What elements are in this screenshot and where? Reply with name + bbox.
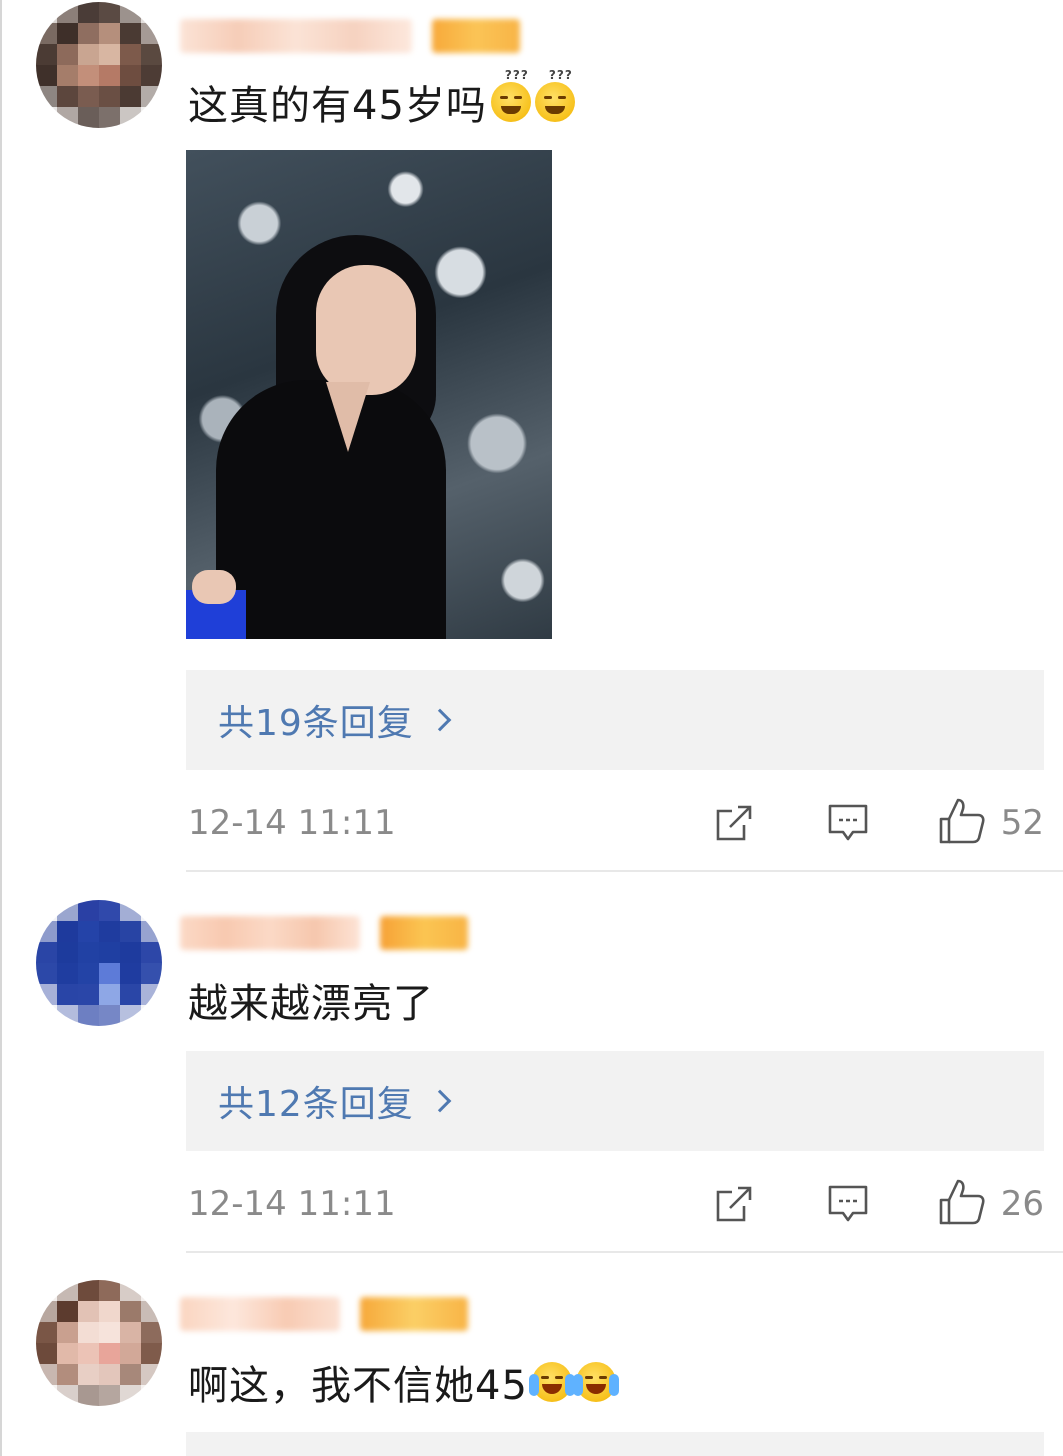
crying-laughing-emoji [528, 1362, 575, 1402]
thumbs-up-icon[interactable] [938, 797, 986, 845]
comment-text-content: 啊这，我不信她45 [188, 1363, 528, 1409]
comment-text-content: 这真的有45岁吗 [188, 83, 487, 129]
timestamp: 12-14 11:11 [188, 1184, 396, 1224]
crying-laughing-emoji [572, 1362, 619, 1402]
thinking-grin-emoji: ??? [534, 68, 575, 122]
screen-edge [0, 0, 2, 1456]
avatar[interactable] [36, 2, 162, 128]
view-replies-button[interactable]: 共12条回复 [186, 1051, 1044, 1151]
photo-neck [326, 382, 370, 452]
view-replies-button[interactable] [186, 1432, 1044, 1456]
view-replies-button[interactable]: 共19条回复 [186, 670, 1044, 770]
replies-label: 共19条回复 [218, 703, 414, 744]
comment-icon[interactable] [827, 803, 869, 843]
comment-meta: 12-14 11:11 26 [186, 1174, 1044, 1234]
photo-face [316, 265, 416, 395]
photo-hand [192, 570, 236, 604]
replies-label: 共12条回复 [218, 1084, 414, 1125]
share-icon[interactable] [714, 1184, 754, 1224]
comment-photo[interactable] [186, 150, 552, 639]
like-count: 52 [1000, 803, 1044, 843]
share-icon[interactable] [714, 803, 754, 843]
username[interactable] [180, 1296, 468, 1332]
username[interactable] [180, 18, 520, 54]
comment-icon[interactable] [827, 1184, 869, 1224]
vip-badge [380, 916, 468, 950]
avatar[interactable] [36, 1280, 162, 1406]
comment-text: 越来越漂亮了 [188, 972, 434, 1028]
thumbs-up-icon[interactable] [938, 1178, 986, 1226]
thinking-grin-emoji: ??? [490, 68, 531, 122]
comment-text: 啊这，我不信她45 [188, 1354, 619, 1410]
timestamp: 12-14 11:11 [188, 803, 396, 843]
chevron-right-icon [428, 1089, 452, 1113]
username[interactable] [180, 915, 468, 951]
vip-badge [432, 19, 520, 53]
comment-meta: 12-14 11:11 52 [186, 793, 1044, 853]
comment-text: 这真的有45岁吗 ??? ??? [188, 68, 575, 130]
chevron-right-icon [428, 708, 452, 732]
like-count: 26 [1000, 1184, 1044, 1224]
divider [186, 1251, 1063, 1253]
comment-text-content: 越来越漂亮了 [188, 981, 434, 1027]
avatar[interactable] [36, 900, 162, 1026]
divider [186, 870, 1063, 872]
vip-badge [360, 1297, 468, 1331]
